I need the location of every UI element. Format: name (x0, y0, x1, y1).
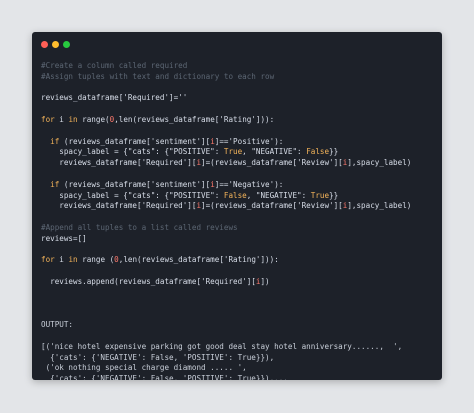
code-line: if (reviews_dataframe['sentiment'][i]=='… (50, 136, 284, 146)
code-comment-line: #Create a column called required (41, 61, 188, 70)
output-line: {'cats': {'NEGATIVE': False, 'POSITIVE':… (41, 374, 288, 380)
code-line: if (reviews_dataframe['sentiment'][i]=='… (50, 179, 284, 189)
code-line: reviews.append(reviews_dataframe['Requir… (41, 276, 270, 286)
output-line: ('ok nothing special charge diamond ....… (41, 363, 247, 373)
code-line: spacy_label = {"cats": {"POSITIVE": Fals… (41, 190, 339, 200)
code-line: for i in range (0,len(reviews_dataframe[… (41, 255, 279, 265)
output-line: OUTPUT: (41, 320, 74, 330)
minimize-button[interactable] (52, 41, 59, 48)
code-comment-line: #Append all tuples to a list called revi… (41, 222, 238, 232)
maximize-button[interactable] (63, 41, 70, 48)
code-line: reviews=[] (41, 233, 87, 243)
output-line: [('nice hotel expensive parking got good… (41, 341, 403, 351)
code-line: reviews_dataframe['Required']='' (41, 93, 188, 103)
code-line: reviews_dataframe['Required'][i]=(review… (41, 158, 412, 168)
code-line: spacy_label = {"cats": {"POSITIVE": True… (41, 147, 339, 157)
output-line: {'cats': {'NEGATIVE': False, 'POSITIVE':… (41, 352, 275, 362)
code-block: #Create a column called required #Assign … (41, 61, 436, 380)
code-line: reviews_dataframe['Required'][i]=(review… (41, 201, 412, 211)
code-window: #Create a column called required #Assign … (32, 32, 442, 380)
code-comment-line: #Assign tuples with text and dictionary … (41, 71, 275, 81)
close-button[interactable] (41, 41, 48, 48)
code-line: for i in range(0,len(reviews_dataframe['… (41, 114, 275, 124)
